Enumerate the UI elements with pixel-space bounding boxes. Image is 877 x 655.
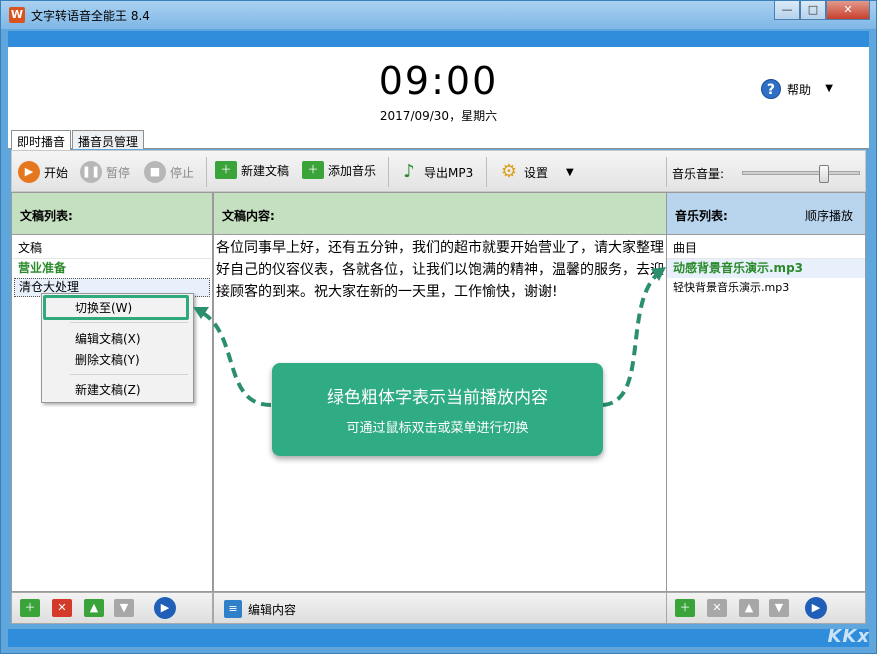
app-window: W 文字转语音全能王 8.4 — □ ✕ 09:00 2017/09/30，星期… [0,0,877,654]
arrow-to-menu [198,309,272,407]
watermark-logo: KKx [827,626,870,647]
arrow-head-right [651,267,666,281]
arrow-to-music [602,269,663,407]
callout-title: 绿色粗体字表示当前播放内容 [327,388,548,408]
tip-callout: 绿色粗体字表示当前播放内容 可通过鼠标双击或菜单进行切换 [272,363,603,456]
callout-subtitle: 可通过鼠标双击或菜单进行切换 [346,421,529,436]
annotation-arrows [193,267,666,407]
